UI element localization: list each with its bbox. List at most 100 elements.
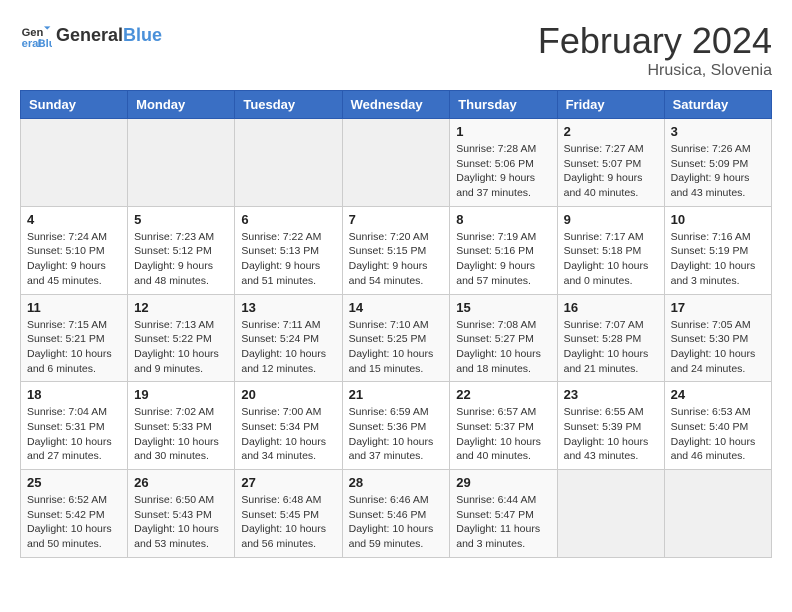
weekday-header-thursday: Thursday — [450, 91, 557, 119]
calendar-cell: 13 Sunrise: 7:11 AM Sunset: 5:24 PM Dayli… — [235, 294, 342, 382]
calendar-cell: 6Sunrise: 7:22 AM Sunset: 5:13 PM Daylig… — [235, 206, 342, 294]
weekday-header-saturday: Saturday — [664, 91, 771, 119]
day-info: Sunrise: 6:57 AM Sunset: 5:37 PM Dayligh… — [456, 405, 550, 464]
day-info: Sunrise: 7:26 AM Sunset: 5:09 PM Dayligh… — [671, 142, 765, 201]
calendar-cell: 2Sunrise: 7:27 AM Sunset: 5:07 PM Daylig… — [557, 119, 664, 207]
day-number: 9 — [564, 212, 658, 227]
weekday-header-friday: Friday — [557, 91, 664, 119]
day-info: Sunrise: 7:04 AM Sunset: 5:31 PM Dayligh… — [27, 405, 121, 464]
day-info: Sunrise: 7:16 AM Sunset: 5:19 PM Dayligh… — [671, 230, 765, 289]
day-number: 3 — [671, 124, 765, 139]
day-info: Sunrise: 7:10 AM Sunset: 5:25 PM Dayligh… — [349, 318, 444, 377]
weekday-header-tuesday: Tuesday — [235, 91, 342, 119]
svg-text:Gen: Gen — [22, 27, 44, 39]
calendar-cell: 10 Sunrise: 7:16 AM Sunset: 5:19 PM Dayli… — [664, 206, 771, 294]
weekday-header-sunday: Sunday — [21, 91, 128, 119]
logo-blue: Blue — [123, 25, 162, 45]
weekday-header-wednesday: Wednesday — [342, 91, 450, 119]
calendar-cell: 20Sunrise: 7:00 AM Sunset: 5:34 PM Dayli… — [235, 382, 342, 470]
calendar-cell: 19 Sunrise: 7:02 AM Sunset: 5:33 PM Dayli… — [128, 382, 235, 470]
calendar: SundayMondayTuesdayWednesdayThursdayFrid… — [20, 90, 772, 558]
calendar-cell: 27 Sunrise: 6:48 AM Sunset: 5:45 PM Dayli… — [235, 470, 342, 558]
day-number: 23 — [564, 387, 658, 402]
calendar-cell: 24Sunrise: 6:53 AM Sunset: 5:40 PM Dayli… — [664, 382, 771, 470]
calendar-cell: 25 Sunrise: 6:52 AM Sunset: 5:42 PM Dayli… — [21, 470, 128, 558]
day-number: 8 — [456, 212, 550, 227]
calendar-cell: 4 Sunrise: 7:24 AM Sunset: 5:10 PM Daylig… — [21, 206, 128, 294]
week-row-4: 18Sunrise: 7:04 AM Sunset: 5:31 PM Dayli… — [21, 382, 772, 470]
logo-general: General — [56, 25, 123, 45]
day-info: Sunrise: 6:55 AM Sunset: 5:39 PM Dayligh… — [564, 405, 658, 464]
day-number: 24 — [671, 387, 765, 402]
day-info: Sunrise: 7:15 AM Sunset: 5:21 PM Dayligh… — [27, 318, 121, 377]
day-number: 10 — [671, 212, 765, 227]
day-number: 27 — [241, 475, 335, 490]
week-row-1: 1 Sunrise: 7:28 AM Sunset: 5:06 PM Daylig… — [21, 119, 772, 207]
day-number: 14 — [349, 300, 444, 315]
calendar-cell — [235, 119, 342, 207]
day-info: Sunrise: 7:02 AM Sunset: 5:33 PM Dayligh… — [134, 405, 228, 464]
calendar-cell: 22Sunrise: 6:57 AM Sunset: 5:37 PM Dayli… — [450, 382, 557, 470]
calendar-cell: 28Sunrise: 6:46 AM Sunset: 5:46 PM Dayli… — [342, 470, 450, 558]
day-info: Sunrise: 7:24 AM Sunset: 5:10 PM Dayligh… — [27, 230, 121, 289]
day-info: Sunrise: 7:08 AM Sunset: 5:27 PM Dayligh… — [456, 318, 550, 377]
calendar-cell — [128, 119, 235, 207]
calendar-cell: 1 Sunrise: 7:28 AM Sunset: 5:06 PM Daylig… — [450, 119, 557, 207]
day-info: Sunrise: 7:05 AM Sunset: 5:30 PM Dayligh… — [671, 318, 765, 377]
calendar-cell: 7 Sunrise: 7:20 AM Sunset: 5:15 PM Daylig… — [342, 206, 450, 294]
day-info: Sunrise: 7:19 AM Sunset: 5:16 PM Dayligh… — [456, 230, 550, 289]
calendar-cell: 21Sunrise: 6:59 AM Sunset: 5:36 PM Dayli… — [342, 382, 450, 470]
day-number: 19 — [134, 387, 228, 402]
week-row-5: 25 Sunrise: 6:52 AM Sunset: 5:42 PM Dayli… — [21, 470, 772, 558]
calendar-body: 1 Sunrise: 7:28 AM Sunset: 5:06 PM Daylig… — [21, 119, 772, 558]
svg-text:Blue: Blue — [38, 38, 52, 50]
day-number: 15 — [456, 300, 550, 315]
title-area: February 2024 Hrusica, Slovenia — [538, 20, 772, 80]
calendar-header: SundayMondayTuesdayWednesdayThursdayFrid… — [21, 91, 772, 119]
day-number: 29 — [456, 475, 550, 490]
day-number: 28 — [349, 475, 444, 490]
day-number: 26 — [134, 475, 228, 490]
day-number: 5 — [134, 212, 228, 227]
calendar-cell: 29Sunrise: 6:44 AM Sunset: 5:47 PM Dayli… — [450, 470, 557, 558]
calendar-cell: 11 Sunrise: 7:15 AM Sunset: 5:21 PM Dayli… — [21, 294, 128, 382]
day-number: 4 — [27, 212, 121, 227]
calendar-cell: 18Sunrise: 7:04 AM Sunset: 5:31 PM Dayli… — [21, 382, 128, 470]
calendar-cell: 3 Sunrise: 7:26 AM Sunset: 5:09 PM Daylig… — [664, 119, 771, 207]
day-info: Sunrise: 6:48 AM Sunset: 5:45 PM Dayligh… — [241, 493, 335, 552]
calendar-cell: 23 Sunrise: 6:55 AM Sunset: 5:39 PM Dayli… — [557, 382, 664, 470]
logo-icon: Gen eral Blue — [20, 20, 52, 52]
day-number: 2 — [564, 124, 658, 139]
day-number: 25 — [27, 475, 121, 490]
calendar-cell: 14 Sunrise: 7:10 AM Sunset: 5:25 PM Dayli… — [342, 294, 450, 382]
day-number: 6 — [241, 212, 335, 227]
day-info: Sunrise: 6:52 AM Sunset: 5:42 PM Dayligh… — [27, 493, 121, 552]
calendar-cell — [21, 119, 128, 207]
calendar-cell: 16 Sunrise: 7:07 AM Sunset: 5:28 PM Dayli… — [557, 294, 664, 382]
calendar-cell: 9Sunrise: 7:17 AM Sunset: 5:18 PM Daylig… — [557, 206, 664, 294]
subtitle: Hrusica, Slovenia — [538, 62, 772, 80]
weekday-header-row: SundayMondayTuesdayWednesdayThursdayFrid… — [21, 91, 772, 119]
day-info: Sunrise: 7:07 AM Sunset: 5:28 PM Dayligh… — [564, 318, 658, 377]
day-info: Sunrise: 7:00 AM Sunset: 5:34 PM Dayligh… — [241, 405, 335, 464]
week-row-2: 4 Sunrise: 7:24 AM Sunset: 5:10 PM Daylig… — [21, 206, 772, 294]
calendar-cell: 12 Sunrise: 7:13 AM Sunset: 5:22 PM Dayli… — [128, 294, 235, 382]
day-info: Sunrise: 7:28 AM Sunset: 5:06 PM Dayligh… — [456, 142, 550, 201]
day-info: Sunrise: 7:20 AM Sunset: 5:15 PM Dayligh… — [349, 230, 444, 289]
day-info: Sunrise: 7:23 AM Sunset: 5:12 PM Dayligh… — [134, 230, 228, 289]
calendar-cell: 26Sunrise: 6:50 AM Sunset: 5:43 PM Dayli… — [128, 470, 235, 558]
day-number: 1 — [456, 124, 550, 139]
day-number: 12 — [134, 300, 228, 315]
logo: Gen eral Blue GeneralBlue — [20, 20, 162, 52]
day-info: Sunrise: 7:13 AM Sunset: 5:22 PM Dayligh… — [134, 318, 228, 377]
day-info: Sunrise: 7:11 AM Sunset: 5:24 PM Dayligh… — [241, 318, 335, 377]
day-number: 21 — [349, 387, 444, 402]
day-number: 16 — [564, 300, 658, 315]
weekday-header-monday: Monday — [128, 91, 235, 119]
main-title: February 2024 — [538, 20, 772, 62]
calendar-cell — [557, 470, 664, 558]
day-number: 7 — [349, 212, 444, 227]
day-number: 13 — [241, 300, 335, 315]
calendar-cell: 15 Sunrise: 7:08 AM Sunset: 5:27 PM Dayli… — [450, 294, 557, 382]
day-number: 11 — [27, 300, 121, 315]
